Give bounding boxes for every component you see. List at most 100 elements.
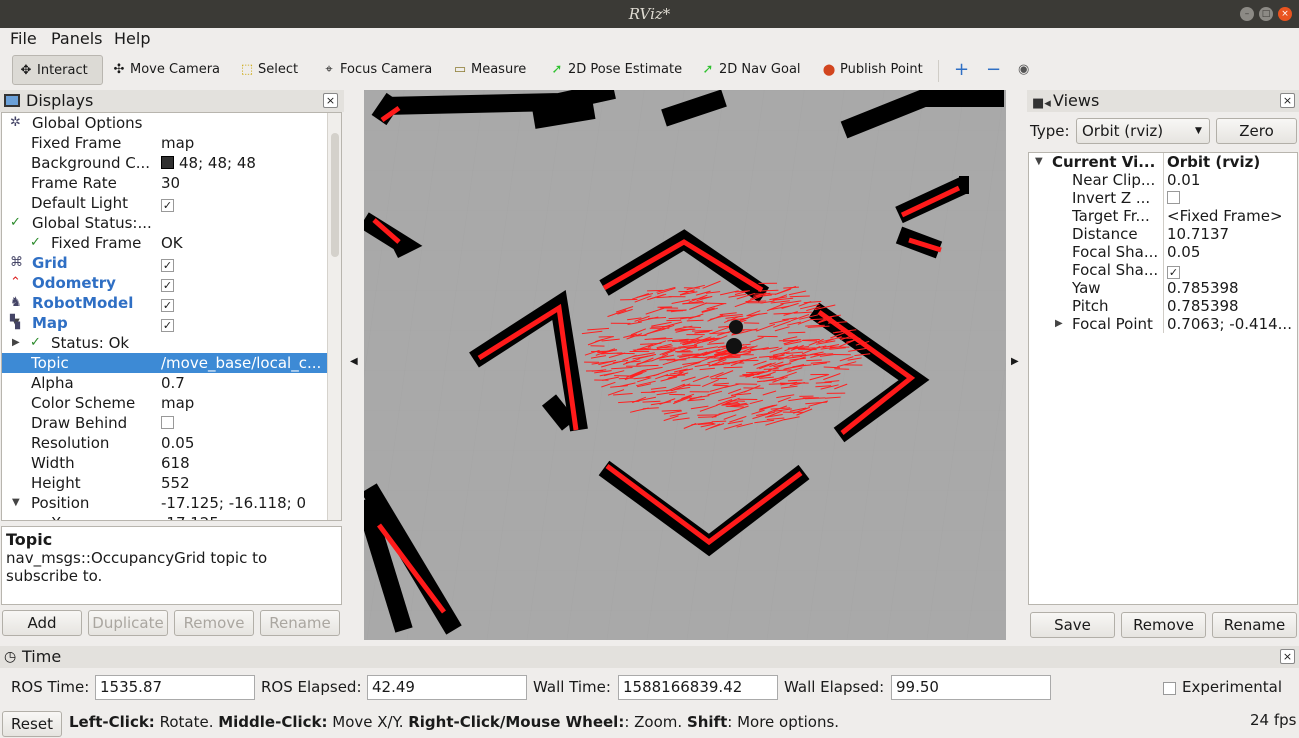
property-value[interactable]: 30 (161, 173, 329, 193)
right-splitter-arrow-icon[interactable]: ▶ (1011, 356, 1019, 367)
property-value[interactable]: map (161, 393, 329, 413)
tool-select[interactable]: ⬚ Select (234, 55, 298, 85)
checkbox[interactable]: ✓ (161, 259, 174, 272)
property-value[interactable]: ✓ (161, 253, 329, 273)
display-row[interactable]: Topic/move_base/local_c... (2, 353, 328, 373)
displays-scrollbar[interactable] (327, 113, 341, 520)
duplicate-display-button[interactable]: Duplicate (88, 610, 168, 636)
ros-elapsed-field[interactable]: 42.49 (367, 675, 527, 700)
displays-close-button[interactable]: × (323, 93, 338, 108)
display-row[interactable]: ⌃ Odometry ✓ (2, 273, 328, 293)
save-view-button[interactable]: Save (1030, 612, 1115, 638)
checkbox[interactable]: ✓ (161, 319, 174, 332)
reset-button[interactable]: Reset (2, 711, 62, 737)
display-row[interactable]: ⌘ Grid ✓ (2, 253, 328, 273)
expand-down-icon[interactable]: ▼ (12, 493, 20, 513)
display-row[interactable]: ♞ RobotModel ✓ (2, 293, 328, 313)
tool-measure[interactable]: ▭ Measure (447, 55, 526, 85)
property-value[interactable]: 618 (161, 453, 329, 473)
display-row[interactable]: ▼ Position -17.125; -16.118; 0 (2, 493, 328, 513)
tool-focus-camera[interactable]: ⌖ Focus Camera (316, 55, 432, 85)
property-value[interactable]: 48; 48; 48 (161, 153, 329, 173)
property-value[interactable]: OK (161, 233, 329, 253)
view-property-value[interactable]: 0.785398 (1167, 279, 1295, 297)
expand-right-icon[interactable]: ▶ (12, 333, 20, 353)
checkbox[interactable]: ✓ (161, 199, 174, 212)
views-close-button[interactable]: × (1280, 93, 1295, 108)
display-row[interactable]: Height 552 (2, 473, 328, 493)
property-value[interactable]: ✓ (161, 313, 329, 333)
display-row[interactable]: ▼ ▚ Map ✓ (2, 313, 328, 333)
wall-elapsed-field[interactable]: 99.50 (891, 675, 1051, 700)
display-row[interactable]: Draw Behind (2, 413, 328, 433)
view-property-value[interactable] (1167, 189, 1295, 207)
view-property-value[interactable]: <Fixed Frame> (1167, 207, 1295, 225)
view-type-select[interactable]: Orbit (rviz) ▼ (1076, 118, 1210, 144)
expand-right-icon[interactable]: ▶ (1055, 315, 1063, 333)
menu-panels[interactable]: Panels (51, 29, 103, 48)
view-property-value[interactable]: Orbit (rviz) (1167, 153, 1295, 171)
zero-button[interactable]: Zero (1216, 118, 1297, 144)
display-row[interactable]: Alpha 0.7 (2, 373, 328, 393)
view-property-value[interactable]: ✓ (1167, 261, 1295, 279)
display-row[interactable]: Color Scheme map (2, 393, 328, 413)
property-value[interactable]: 0.7 (161, 373, 329, 393)
display-row[interactable]: Width 618 (2, 453, 328, 473)
view-property-value[interactable]: 0.7063; -0.414... (1167, 315, 1295, 333)
tool-move-camera[interactable]: ✣ Move Camera (106, 55, 220, 85)
tool-2d-nav-goal[interactable]: ➚ 2D Nav Goal (695, 55, 801, 85)
display-row[interactable]: Resolution 0.05 (2, 433, 328, 453)
menu-help[interactable]: Help (114, 29, 150, 48)
property-value[interactable]: ✓ (161, 293, 329, 313)
property-value[interactable]: /move_base/local_c... (161, 353, 329, 373)
remove-view-button[interactable]: Remove (1121, 612, 1206, 638)
display-row[interactable]: ✓ Fixed Frame OK (2, 233, 328, 253)
experimental-checkbox[interactable] (1163, 682, 1176, 695)
property-value[interactable]: 0.05 (161, 433, 329, 453)
checkbox[interactable]: ✓ (1167, 266, 1180, 279)
remove-display-button[interactable]: Remove (174, 610, 254, 636)
display-row[interactable]: Background C... 48; 48; 48 (2, 153, 328, 173)
property-value[interactable]: ✓ (161, 193, 329, 213)
view-property-value[interactable]: 0.01 (1167, 171, 1295, 189)
wall-time-field[interactable]: 1588166839.42 (618, 675, 778, 700)
checkbox[interactable] (161, 416, 174, 429)
tool-2d-pose-estimate[interactable]: ➚ 2D Pose Estimate (544, 55, 683, 85)
display-row[interactable]: ▶ ✓ Status: Ok (2, 333, 328, 353)
display-row[interactable]: Fixed Frame map (2, 133, 328, 153)
time-close-button[interactable]: × (1280, 649, 1295, 664)
property-value[interactable]: -17.125 (161, 513, 329, 520)
rename-display-button[interactable]: Rename (260, 610, 340, 636)
display-row[interactable]: Default Light ✓ (2, 193, 328, 213)
checkbox[interactable]: ✓ (161, 279, 174, 292)
render-viewport[interactable] (364, 90, 1006, 640)
scroll-thumb[interactable] (331, 133, 339, 257)
add-display-button[interactable]: Add (2, 610, 82, 636)
rename-view-button[interactable]: Rename (1212, 612, 1297, 638)
add-tool-icon[interactable]: + (950, 55, 969, 85)
display-row[interactable]: Frame Rate 30 (2, 173, 328, 193)
left-splitter-arrow-icon[interactable]: ◀ (350, 356, 358, 367)
remove-tool-icon[interactable]: − (982, 55, 1001, 85)
checkbox[interactable] (1167, 191, 1180, 204)
property-value[interactable]: 552 (161, 473, 329, 493)
view-property-value[interactable]: 10.7137 (1167, 225, 1295, 243)
checkbox[interactable]: ✓ (161, 299, 174, 312)
expand-down-icon[interactable]: ▼ (1035, 153, 1043, 171)
ros-time-field[interactable]: 1535.87 (95, 675, 255, 700)
view-eye-icon[interactable]: ◉ (1014, 55, 1029, 85)
minimize-button[interactable]: – (1240, 7, 1254, 21)
view-property-value[interactable]: 0.785398 (1167, 297, 1295, 315)
display-row[interactable]: ✲ Global Options (2, 113, 328, 133)
tool-interact[interactable]: ✥ Interact (12, 55, 103, 85)
view-property-value[interactable]: 0.05 (1167, 243, 1295, 261)
property-value[interactable]: map (161, 133, 329, 153)
property-value[interactable]: -17.125; -16.118; 0 (161, 493, 329, 513)
close-button[interactable]: × (1278, 7, 1292, 21)
display-row[interactable]: ✓ Global Status:... (2, 213, 328, 233)
display-row[interactable]: X-17.125 (2, 513, 329, 520)
property-value[interactable]: ✓ (161, 273, 329, 293)
property-value[interactable] (161, 413, 329, 433)
menu-file[interactable]: File (10, 29, 37, 48)
maximize-button[interactable]: □ (1259, 7, 1273, 21)
